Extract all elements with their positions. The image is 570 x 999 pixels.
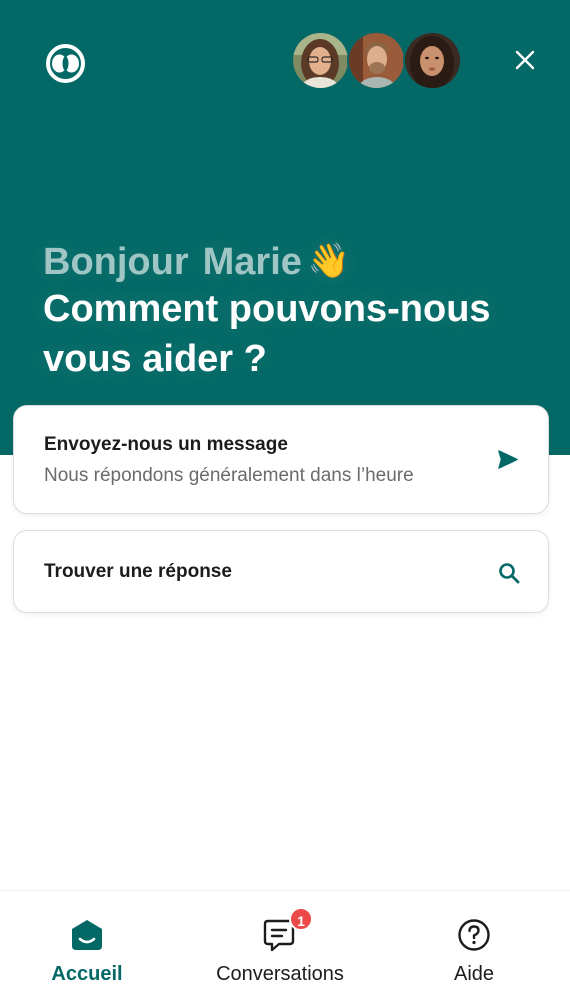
send-message-card[interactable]: Envoyez-nous un message Nous répondons g… [13,405,549,514]
tab-accueil-label: Accueil [51,963,123,985]
send-icon [496,448,520,472]
tab-conversations-label: Conversations [216,963,344,985]
close-icon [515,50,535,70]
avatar-agent-2 [347,31,406,90]
hero-header: Bonjour Marie 👋 Comment pouvons-nous vous … [0,0,570,455]
bottom-tab-bar: Accueil 1 Conversations Aide [0,890,570,999]
tab-conversations[interactable]: 1 Conversations [200,891,360,999]
avatar-agent-3 [403,31,462,90]
avatar-agent-1 [291,31,350,90]
help-question-heading: Comment pouvons-nous vous aider ? [43,288,491,380]
search-icon [497,561,521,585]
help-icon [456,917,492,953]
response-time-text: Nous répondons généralement dans l’heure [44,465,414,486]
tab-accueil[interactable]: Accueil [22,891,152,999]
user-name: Marie [202,241,302,283]
find-answer-card[interactable]: Trouver une réponse [13,530,549,613]
home-icon [69,917,105,953]
close-button[interactable] [507,42,543,78]
greeting-prefix: Bonjour [43,241,189,283]
brand-logo-icon[interactable] [45,43,86,84]
messenger-home: Bonjour Marie 👋 Comment pouvons-nous vous … [0,0,570,999]
team-avatars [291,31,462,91]
unread-count-badge: 1 [289,907,313,931]
send-message-title: Envoyez-nous un message [44,434,288,455]
waving-hand-icon: 👋 [307,242,351,280]
tab-aide[interactable]: Aide [414,891,534,999]
find-answer-title: Trouver une réponse [44,561,232,582]
tab-aide-label: Aide [453,963,495,985]
greeting-line: Bonjour Marie 👋 [43,236,543,287]
